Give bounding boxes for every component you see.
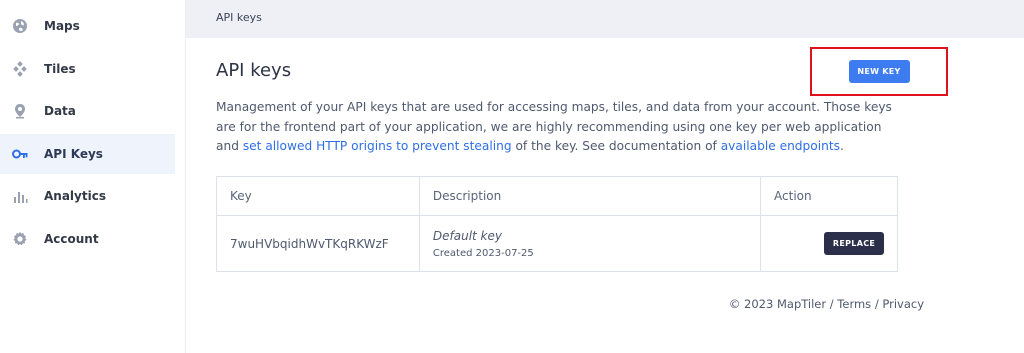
sidebar-item-label: API Keys xyxy=(44,146,103,161)
sidebar-item-label: Maps xyxy=(44,19,80,33)
privacy-link[interactable]: Privacy xyxy=(882,297,924,311)
column-header-description: Description xyxy=(418,176,762,216)
content-panel: API keys NEW KEY Management of your API … xyxy=(186,38,1024,353)
key-description-cell: Default key Created 2023-07-25 xyxy=(418,215,762,272)
key-action-cell: REPLACE xyxy=(760,215,898,272)
allowed-origins-link[interactable]: set allowed HTTP origins to prevent stea… xyxy=(243,139,512,153)
key-description-name[interactable]: Default key xyxy=(433,229,760,243)
location-pin-icon xyxy=(12,103,28,119)
highlight-box: NEW KEY xyxy=(810,47,948,96)
copyright-text: © 2023 MapTiler xyxy=(728,297,827,311)
new-key-button[interactable]: NEW KEY xyxy=(848,60,910,83)
sidebar-item-label: Data xyxy=(44,104,76,118)
sidebar-item-analytics[interactable]: Analytics xyxy=(0,176,175,216)
api-key-value[interactable]: 7wuHVbqidhWvTKqRKWzF xyxy=(216,215,420,272)
column-header-action: Action xyxy=(760,176,898,216)
replace-key-button[interactable]: REPLACE xyxy=(824,232,885,255)
bar-chart-icon xyxy=(12,188,28,204)
sidebar-item-data[interactable]: Data xyxy=(0,91,175,131)
footer: © 2023 MapTiler / Terms / Privacy xyxy=(729,297,924,311)
table-header-row: Key Description Action xyxy=(216,176,898,216)
description-text: . xyxy=(839,139,844,153)
globe-icon xyxy=(12,18,28,34)
breadcrumb: API keys xyxy=(186,0,1024,38)
page-description: Management of your API keys that are use… xyxy=(216,98,906,157)
terms-link[interactable]: Terms xyxy=(837,297,871,311)
tiles-icon xyxy=(12,60,28,77)
footer-separator: / xyxy=(871,297,883,311)
sidebar: Maps Tiles Data API Keys Analytics Accou… xyxy=(0,0,186,353)
description-text: of the key. See documentation of xyxy=(511,139,721,153)
available-endpoints-link[interactable]: available endpoints xyxy=(721,139,840,153)
app-root: Maps Tiles Data API Keys Analytics Accou… xyxy=(0,0,1024,353)
main-area: API keys API keys NEW KEY Management of … xyxy=(186,0,1024,353)
sidebar-item-tiles[interactable]: Tiles xyxy=(0,49,175,89)
key-created-date: Created 2023-07-25 xyxy=(432,247,534,259)
table-row: 7wuHVbqidhWvTKqRKWzF Default key Created… xyxy=(216,215,898,272)
page-title: API keys xyxy=(216,60,292,81)
column-header-key: Key xyxy=(216,176,420,216)
sidebar-item-maps[interactable]: Maps xyxy=(0,6,175,46)
sidebar-item-api-keys[interactable]: API Keys xyxy=(0,133,175,174)
sidebar-item-label: Analytics xyxy=(44,189,106,203)
sidebar-item-account[interactable]: Account xyxy=(0,219,175,259)
gear-icon xyxy=(12,231,28,247)
breadcrumb-label: API keys xyxy=(216,11,262,24)
footer-separator: / xyxy=(826,297,838,311)
sidebar-item-label: Account xyxy=(44,231,99,246)
api-keys-table: Key Description Action 7wuHVbqidhWvTKqRK… xyxy=(216,176,898,272)
key-icon xyxy=(12,146,28,162)
sidebar-item-label: Tiles xyxy=(44,61,76,76)
